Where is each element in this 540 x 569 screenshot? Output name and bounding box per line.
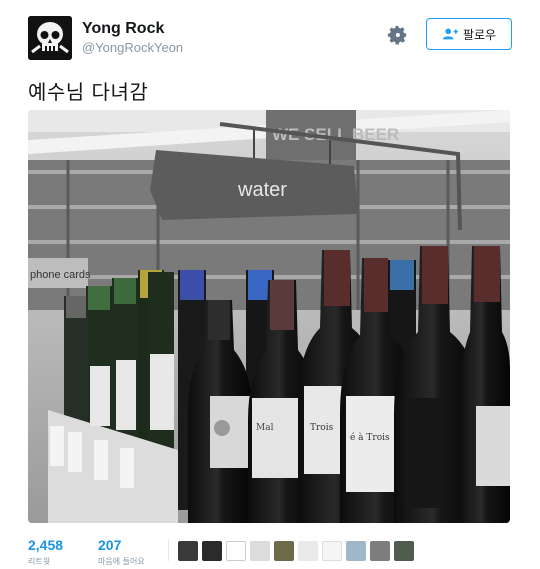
svg-text:é à Trois: é à Trois [350,432,390,443]
liker-avatar[interactable] [322,541,342,561]
tweet-text: 예수님 다녀감 [28,80,149,104]
water-sign-text: water [237,179,287,201]
liker-avatar[interactable] [202,541,222,561]
skull-icon [28,16,72,60]
liker-avatar[interactable] [250,541,270,561]
like-stat[interactable]: 207 마음에 들어요 [98,537,145,567]
retweet-stat[interactable]: 2,458 리트윗 [28,537,63,567]
user-name[interactable]: Yong Rock [82,20,164,38]
avatar[interactable] [28,16,72,60]
add-user-icon [442,28,458,40]
liker-avatars [178,541,414,561]
liker-avatar[interactable] [394,541,414,561]
liker-avatar[interactable] [178,541,198,561]
liker-avatar[interactable] [226,541,246,561]
wine-aisle-photo: WE SELL BEER phone cards water Mal Trois… [28,110,510,523]
stats-divider [168,539,169,561]
retweet-count: 2,458 [28,537,64,553]
follow-button-label: 팔로우 [462,27,497,42]
svg-text:Mal: Mal [256,423,274,433]
like-count: 207 [98,537,122,553]
tweet-photo[interactable]: WE SELL BEER phone cards water Mal Trois… [28,110,510,523]
liker-avatar[interactable] [298,541,318,561]
tweet-stats: 2,458 리트윗 207 마음에 들어요 [28,537,512,569]
like-label: 마음에 들어요 [98,557,145,566]
liker-avatar[interactable] [370,541,390,561]
user-handle[interactable]: @YongRockYeon [82,40,183,55]
follow-button[interactable]: 팔로우 [426,18,512,50]
gear-icon[interactable] [386,24,408,46]
svg-text:Trois: Trois [310,423,334,433]
tweet-header: Yong Rock @YongRockYeon 팔로우 [28,16,512,64]
retweet-label: 리트윗 [28,557,51,566]
phone-cards-text: phone cards [30,269,91,281]
liker-avatar[interactable] [274,541,294,561]
liker-avatar[interactable] [346,541,366,561]
